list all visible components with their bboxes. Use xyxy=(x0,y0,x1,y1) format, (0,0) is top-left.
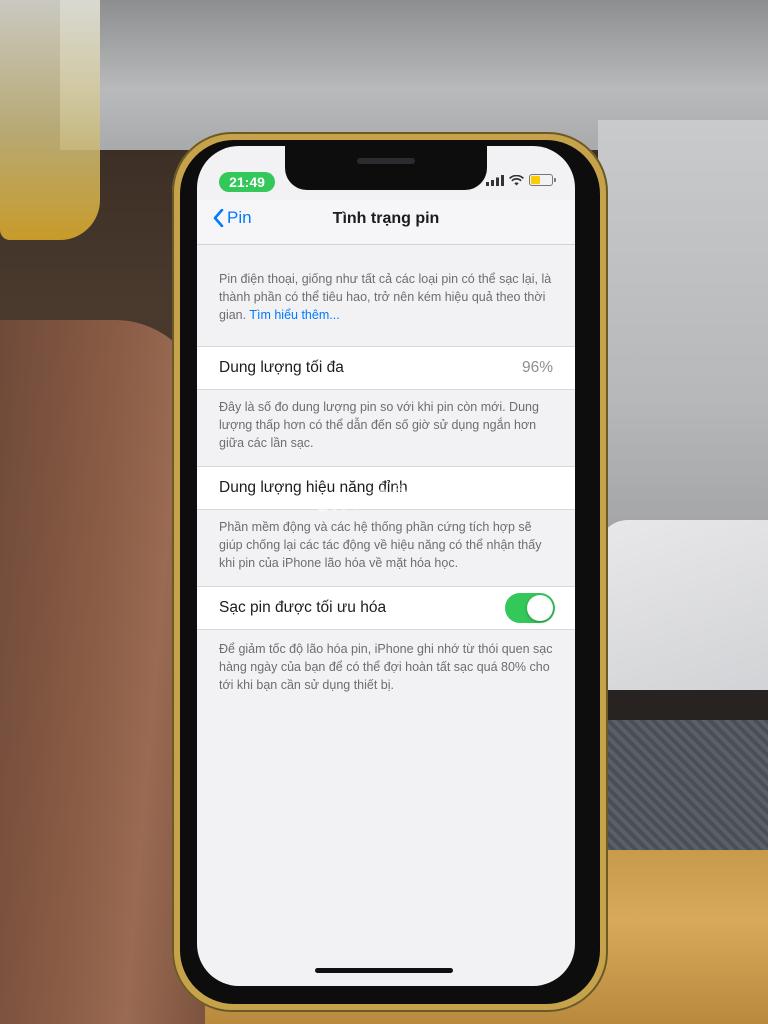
background-wall xyxy=(598,120,768,580)
notch xyxy=(285,146,487,190)
peak-performance-footer: Phần mềm động và các hệ thống phần cứng … xyxy=(219,520,542,570)
optimized-charging-footer: Để giảm tốc độ lão hóa pin, iPhone ghi n… xyxy=(219,642,553,692)
cellular-signal-icon xyxy=(486,174,504,186)
toggle-knob xyxy=(527,595,553,621)
background-cup xyxy=(0,0,100,240)
home-indicator[interactable] xyxy=(315,968,453,973)
wifi-icon xyxy=(509,174,524,185)
optimized-charging-label: Sạc pin được tối ưu hóa xyxy=(219,599,387,616)
phone-screen: 21:49 Pin Tình trạng pin Pin điện thoại,… xyxy=(197,146,575,986)
intro-note: Pin điện thoại, giống như tất cả các loạ… xyxy=(219,270,557,324)
background-carpet xyxy=(598,720,768,860)
watermark-logo: cho TỐT xyxy=(314,480,429,518)
status-icons xyxy=(486,174,556,186)
status-time[interactable]: 21:49 xyxy=(219,172,275,192)
learn-more-link[interactable]: Tìm hiểu thêm... xyxy=(249,308,339,322)
speaker-grille xyxy=(357,158,415,164)
max-capacity-value: 96% xyxy=(521,359,553,376)
background-cloth xyxy=(598,520,768,690)
max-capacity-row: Dung lượng tối đa 96% xyxy=(197,346,575,390)
navigation-bar: Pin Tình trạng pin xyxy=(197,200,575,245)
page-title: Tình trạng pin xyxy=(332,210,440,227)
optimized-charging-row: Sạc pin được tối ưu hóa xyxy=(197,586,575,630)
optimized-charging-toggle[interactable] xyxy=(505,593,555,623)
max-capacity-footer: Đây là số đo dung lượng pin so với khi p… xyxy=(219,400,539,450)
max-capacity-label: Dung lượng tối đa xyxy=(219,359,344,376)
battery-icon xyxy=(529,174,556,186)
